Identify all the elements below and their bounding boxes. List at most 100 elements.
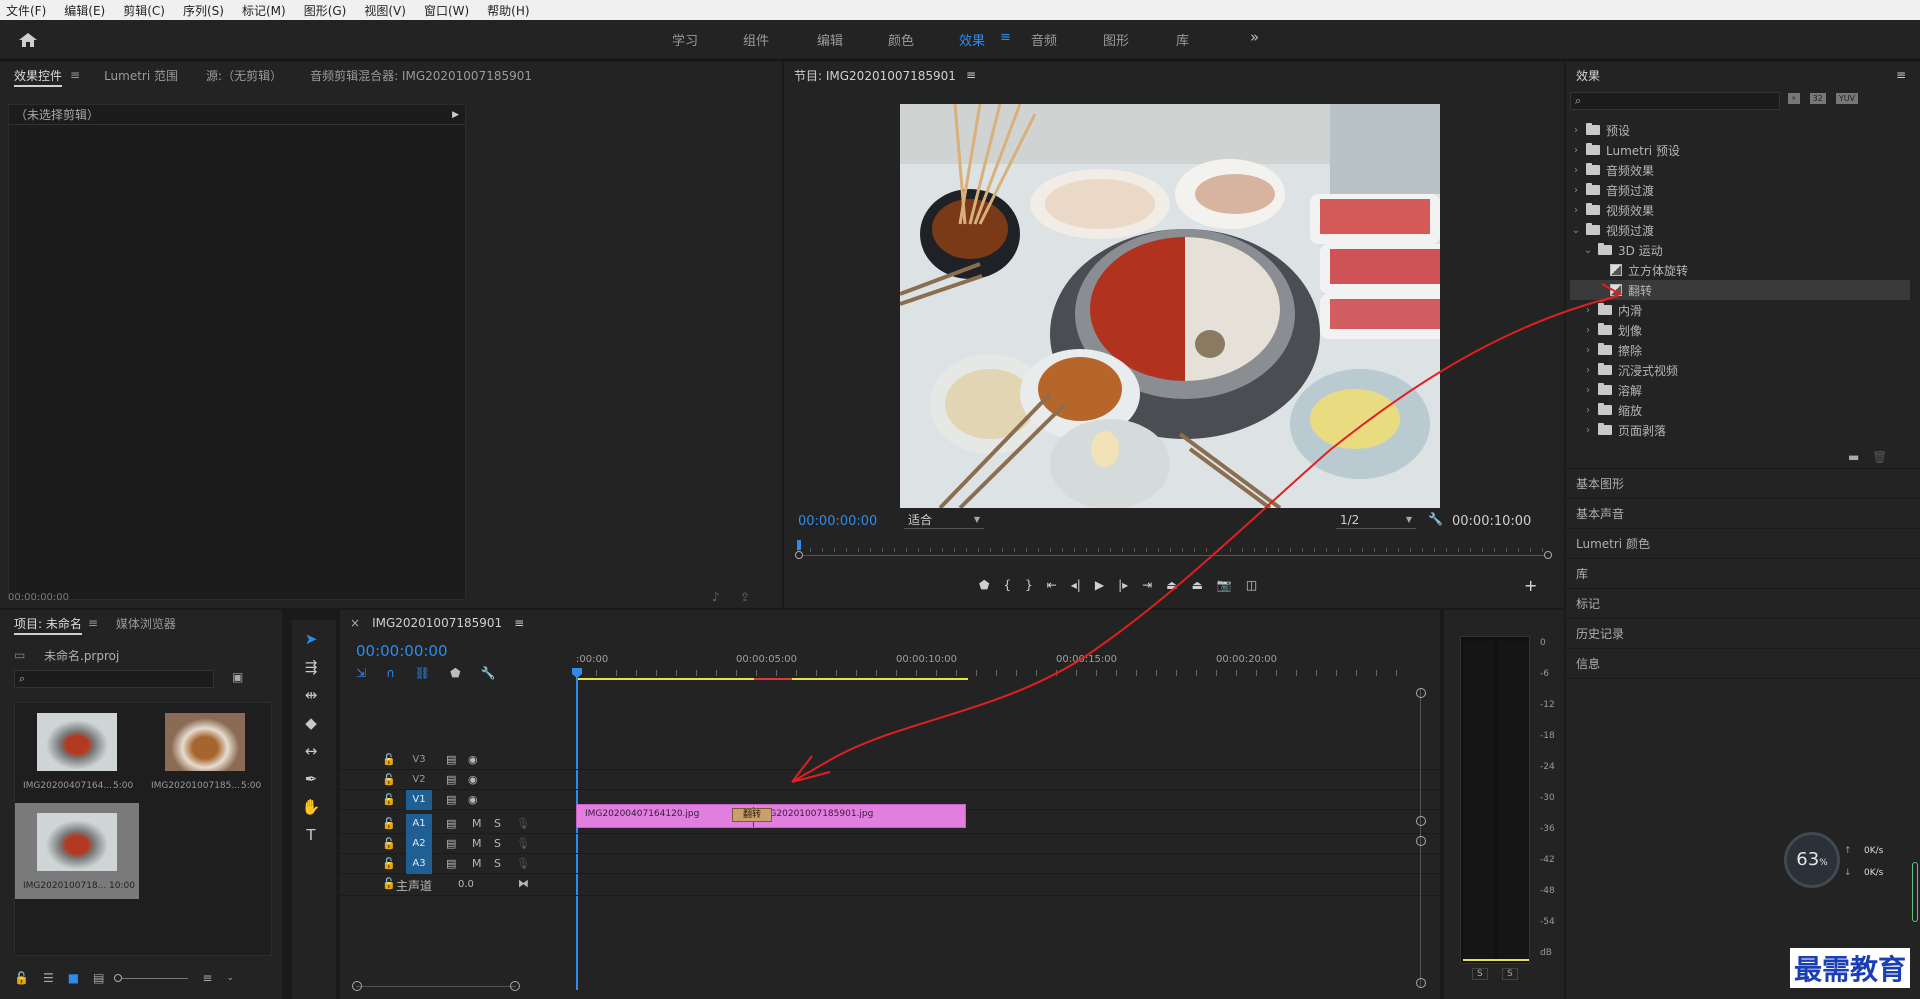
razor-tool-icon[interactable]: ◆ [300,712,322,734]
slip-tool-icon[interactable]: ↔ [300,740,322,762]
menu-item[interactable]: 编辑(E) [64,2,105,19]
eye-icon[interactable]: ◉ [468,773,478,786]
mute-button[interactable]: M [472,837,482,850]
chevron-down-icon[interactable]: ⌄ [1570,225,1582,236]
home-icon[interactable] [14,30,42,50]
chevron-right-icon[interactable]: › [1570,165,1582,176]
delete-icon[interactable]: 🗑 [1872,450,1887,464]
side-section[interactable]: 基本图形 [1566,469,1920,499]
project-panel-tab[interactable]: 项目: 未命名 [14,615,82,635]
effect-tree-item[interactable]: ⌄ 视频过渡 [1570,220,1910,240]
effects-search-input[interactable]: ⌕ [1570,92,1780,110]
mic-icon[interactable]: 🎙 [516,857,530,870]
mute-button[interactable]: M [472,817,482,830]
chevron-down-icon[interactable]: ⌄ [226,973,234,983]
hand-tool-icon[interactable]: ✋ [300,796,322,818]
track-lock-icon[interactable]: 🔓 [382,753,396,766]
chevron-right-icon[interactable]: › [1582,385,1594,396]
workspace-tab[interactable]: 学习 [672,30,698,49]
type-tool-icon[interactable]: T [300,824,322,846]
menu-item[interactable]: 视图(V) [364,2,406,19]
step-back-icon[interactable]: ◂| [1071,578,1081,598]
sync-lock-icon[interactable]: ▤ [446,837,456,850]
sync-lock-icon[interactable]: ▤ [446,753,456,766]
chevron-right-icon[interactable]: › [1582,405,1594,416]
solo-button[interactable]: S [494,857,501,870]
source-panel-tab[interactable]: 效果控件 [14,67,63,87]
timeline-timecode[interactable]: 00:00:00:00 [356,642,448,660]
effect-tree-item[interactable]: › 预设 [1570,120,1910,140]
track-lock-icon[interactable]: 🔓 [382,857,396,870]
freeform-view-icon[interactable]: ▤ [93,971,104,985]
program-timecode[interactable]: 00:00:00:00 [798,514,877,529]
list-view-icon[interactable]: ☰ [43,971,54,985]
effect-tree-item[interactable]: › 划像 [1570,320,1910,340]
timeline-track[interactable]: 🔓 V3 ▤ ◉ [340,750,1500,770]
lift-icon[interactable]: ⏏ [1166,578,1177,598]
side-section[interactable]: 历史记录 [1566,619,1920,649]
menu-item[interactable]: 文件(F) [6,2,46,19]
mic-icon[interactable]: 🎙 [516,837,530,850]
panel-menu-icon[interactable]: ≡ [1896,68,1906,82]
go-to-end-icon[interactable]: ⧓ [518,877,529,890]
settings-wrench-icon[interactable]: 🔧 [481,666,496,680]
track-target-tag[interactable]: A3 [406,854,432,874]
side-section[interactable]: 库 [1566,559,1920,589]
solo-button[interactable]: S [494,837,501,850]
side-section[interactable]: 信息 [1566,649,1920,679]
menu-item[interactable]: 帮助(H) [487,2,529,19]
effect-tree-item[interactable]: › 音频效果 [1570,160,1910,180]
eye-icon[interactable]: ◉ [468,793,478,806]
track-target-tag[interactable]: A2 [406,834,432,854]
track-lock-icon[interactable]: 🔓 [382,773,396,786]
go-to-in-icon[interactable]: ⇤ [1047,578,1057,598]
side-section[interactable]: 基本声音 [1566,499,1920,529]
sync-lock-icon[interactable]: ▤ [446,857,456,870]
menu-item[interactable]: 窗口(W) [424,2,469,19]
project-panel-tab[interactable]: 媒体浏览器 [116,615,176,632]
add-marker-icon[interactable]: ⬟ [450,666,460,680]
source-panel-tab[interactable]: Lumetri 范围 [104,67,178,84]
yuv-badge[interactable]: YUV [1835,93,1859,104]
menu-item[interactable]: 标记(M) [242,2,286,19]
close-icon[interactable]: × [350,616,360,630]
track-lock-icon[interactable]: 🔓 [382,793,396,806]
comparison-view-icon[interactable]: ◫ [1246,578,1257,598]
pen-tool-icon[interactable]: ✒ [300,768,322,790]
mark-out-icon[interactable]: } [1025,578,1033,598]
sync-lock-icon[interactable]: ▤ [446,773,456,786]
filter-icon[interactable]: ♪ [712,590,720,604]
menu-item[interactable]: 序列(S) [183,2,224,19]
workspace-tab[interactable]: 图形 [1103,30,1129,49]
sync-lock-icon[interactable]: ▤ [446,817,456,830]
solo-left-button[interactable]: S [1472,968,1488,980]
project-item[interactable]: IMG20200407164... 5:00 [15,703,139,799]
chevron-down-icon[interactable]: ⌄ [1582,245,1594,256]
panel-menu-icon[interactable]: ≡ [70,68,80,82]
workspace-tab[interactable]: 音频 [1031,30,1057,49]
program-video-frame[interactable] [900,104,1440,508]
track-lock-icon[interactable]: 🔓 [382,877,396,890]
effect-tree-item[interactable]: › 页面剥落 [1570,420,1910,440]
panel-menu-icon[interactable]: ≡ [88,616,98,630]
effect-tree-item[interactable]: › 擦除 [1570,340,1910,360]
project-item-sequence[interactable]: IMG2020100718... 10:00 [15,803,139,899]
project-item[interactable]: IMG20201007185... 5:00 [143,703,267,799]
more-workspaces-icon[interactable]: » [1250,28,1259,46]
sync-lock-icon[interactable]: ▤ [446,793,456,806]
chevron-right-icon[interactable]: › [1570,205,1582,216]
track-lock-icon[interactable]: 🔓 [382,837,396,850]
mark-in-icon[interactable]: { [1003,578,1011,598]
timeline-track[interactable]: 🔓 A2 ▤ M S 🎙 [340,834,1500,854]
panel-menu-icon[interactable]: ≡ [514,616,524,630]
chevron-right-icon[interactable]: › [1582,345,1594,356]
chevron-right-icon[interactable]: › [1570,125,1582,136]
icon-view-icon[interactable]: ■ [68,971,79,985]
effect-tree-item[interactable]: › 溶解 [1570,380,1910,400]
ripple-edit-tool-icon[interactable]: ⇹ [300,684,322,706]
menu-item[interactable]: 剪辑(C) [123,2,165,19]
go-to-out-icon[interactable]: ⇥ [1142,578,1152,598]
eye-icon[interactable]: ◉ [468,753,478,766]
workspace-tab[interactable]: 编辑 [817,30,843,49]
sort-icon[interactable]: ≡ [202,971,212,985]
